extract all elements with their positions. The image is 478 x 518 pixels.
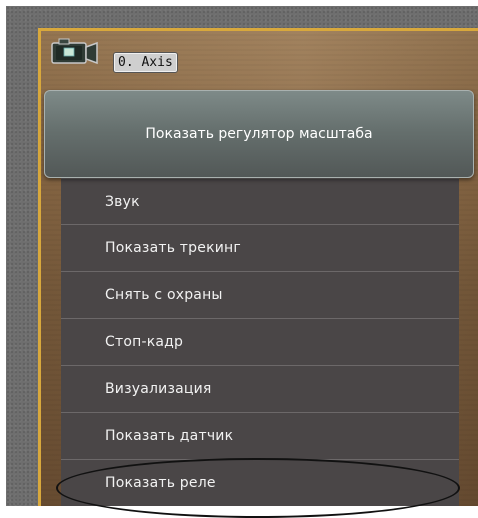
menu-item-show-tracking[interactable]: Показать трекинг bbox=[61, 225, 459, 272]
menu-item-sound[interactable]: Звук bbox=[61, 178, 459, 225]
menu-item-show-relay[interactable]: Показать реле bbox=[61, 460, 459, 507]
context-menu: Звук Показать трекинг Снять с охраны Сто… bbox=[61, 178, 459, 506]
camera-name-label: 0. Axis bbox=[113, 52, 178, 73]
menu-item-visualization[interactable]: Визуализация bbox=[61, 366, 459, 413]
menu-item-show-sensor[interactable]: Показать датчик bbox=[61, 413, 459, 460]
menu-item-show-zoom-control[interactable]: Показать регулятор масштаба bbox=[44, 90, 474, 178]
menu-item-freeze-frame[interactable]: Стоп-кадр bbox=[61, 319, 459, 366]
camera-icon[interactable] bbox=[51, 37, 99, 67]
menu-item-disarm[interactable]: Снять с охраны bbox=[61, 272, 459, 319]
